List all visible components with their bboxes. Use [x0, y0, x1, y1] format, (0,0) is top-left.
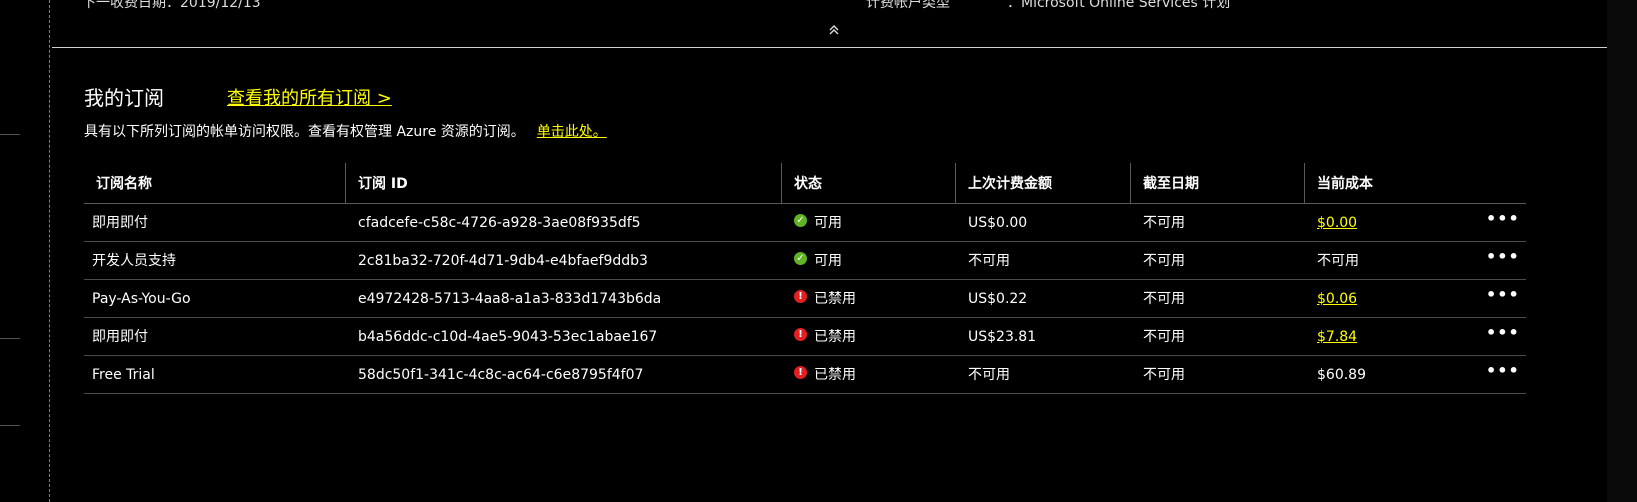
status-text: 可用 [814, 215, 842, 231]
subscription-status: ! 已禁用 [794, 280, 856, 317]
subscription-status: ✓ 可用 [794, 204, 842, 241]
as-of-date: 不可用 [1143, 329, 1185, 345]
status-text: 已禁用 [814, 329, 856, 345]
subscriptions-description: 具有以下所列订阅的帐单访问权限。查看有权管理 Azure 资源的订阅。 单击此处。 [84, 121, 607, 141]
table-row[interactable]: Free Trial 58dc50f1-341c-4c8c-ac64-c6e87… [84, 356, 1526, 394]
subscription-id: cfadcefe-c58c-4726-a928-3ae08f935df5 [358, 215, 641, 231]
checkmark-icon: ✓ [794, 251, 807, 265]
column-separator [1130, 163, 1131, 203]
subscription-status: ! 已禁用 [794, 356, 856, 393]
rail-divider [0, 425, 20, 426]
last-billed-amount: US$0.22 [968, 291, 1028, 307]
current-cost-link[interactable]: $0.06 [1317, 280, 1357, 317]
as-of-date: 不可用 [1143, 215, 1185, 231]
column-header-id[interactable]: 订阅 ID [358, 163, 408, 203]
subscription-name: 开发人员支持 [92, 253, 176, 269]
table-row[interactable]: 即用即付 cfadcefe-c58c-4726-a928-3ae08f935df… [84, 204, 1526, 242]
as-of-date: 不可用 [1143, 253, 1185, 269]
rail-divider [0, 134, 20, 135]
current-cost-link[interactable]: $0.00 [1317, 204, 1357, 241]
more-options-icon[interactable]: ••• [1486, 318, 1519, 348]
column-header-status[interactable]: 状态 [794, 163, 822, 203]
subscriptions-table: 订阅名称 订阅 ID 状态 上次计费金额 截至日期 当前成本 即用即付 cfad… [84, 163, 1526, 394]
section-divider [52, 47, 1607, 48]
column-header-as-of-date[interactable]: 截至日期 [1143, 163, 1199, 203]
subscription-id: e4972428-5713-4aa8-a1a3-833d1743b6da [358, 291, 662, 307]
status-text: 已禁用 [814, 367, 856, 383]
next-billing-date: 下一收费日期：2019/12/13 [82, 0, 261, 11]
error-icon: ! [794, 289, 807, 303]
table-header: 订阅名称 订阅 ID 状态 上次计费金额 截至日期 当前成本 [84, 163, 1526, 204]
left-navigation-rail [0, 0, 50, 502]
subscription-id: b4a56ddc-c10d-4ae5-9043-53ec1abae167 [358, 329, 658, 345]
view-all-subscriptions-link[interactable]: 查看我的所有订阅 > [227, 84, 392, 110]
column-separator [781, 163, 782, 203]
billing-panel: 下一收费日期：2019/12/13 计费帐户类型 ：Microsoft Onli… [52, 0, 1607, 502]
focus-border [49, 0, 50, 502]
subscription-status: ! 已禁用 [794, 318, 856, 355]
more-options-icon[interactable]: ••• [1486, 242, 1519, 272]
as-of-date: 不可用 [1143, 291, 1185, 307]
current-cost: 不可用 [1317, 253, 1359, 269]
status-text: 已禁用 [814, 291, 856, 307]
subscription-name: Pay-As-You-Go [92, 291, 191, 307]
section-title: 我的订阅 [84, 86, 164, 110]
table-row[interactable]: 开发人员支持 2c81ba32-720f-4d71-9db4-e4bfaef9d… [84, 242, 1526, 280]
table-row[interactable]: 即用即付 b4a56ddc-c10d-4ae5-9043-53ec1abae16… [84, 318, 1526, 356]
subscription-status: ✓ 可用 [794, 242, 842, 279]
last-billed-amount: 不可用 [968, 253, 1010, 269]
account-type-value: ：Microsoft Online Services 计划 [1007, 0, 1231, 11]
account-type-label: 计费帐户类型 [866, 0, 950, 11]
table-row[interactable]: Pay-As-You-Go e4972428-5713-4aa8-a1a3-83… [84, 280, 1526, 318]
rail-divider [0, 338, 20, 339]
last-billed-amount: US$0.00 [968, 215, 1028, 231]
more-options-icon[interactable]: ••• [1486, 204, 1519, 234]
subscription-id: 58dc50f1-341c-4c8c-ac64-c6e8795f4f07 [358, 367, 644, 383]
last-billed-amount: US$23.81 [968, 329, 1037, 345]
column-separator [955, 163, 956, 203]
column-header-name[interactable]: 订阅名称 [96, 163, 152, 203]
column-header-current-cost[interactable]: 当前成本 [1317, 163, 1373, 203]
subscription-id: 2c81ba32-720f-4d71-9db4-e4bfaef9ddb3 [358, 253, 648, 269]
column-separator [1304, 163, 1305, 203]
as-of-date: 不可用 [1143, 367, 1185, 383]
current-cost-link[interactable]: $7.84 [1317, 318, 1357, 355]
double-chevron-up-icon[interactable] [824, 22, 844, 42]
column-separator [345, 163, 346, 203]
click-here-link[interactable]: 单击此处。 [537, 124, 607, 140]
subscription-name: Free Trial [92, 367, 155, 383]
error-icon: ! [794, 365, 807, 379]
more-options-icon[interactable]: ••• [1486, 280, 1519, 310]
checkmark-icon: ✓ [794, 213, 807, 227]
subscription-name: 即用即付 [92, 215, 148, 231]
subscription-name: 即用即付 [92, 329, 148, 345]
current-cost: $60.89 [1317, 367, 1366, 383]
error-icon: ! [794, 327, 807, 341]
billing-summary: 下一收费日期：2019/12/13 计费帐户类型 ：Microsoft Onli… [52, 0, 1607, 20]
scrollbar-track[interactable] [1607, 0, 1637, 502]
more-options-icon[interactable]: ••• [1486, 356, 1519, 386]
status-text: 可用 [814, 253, 842, 269]
column-header-last-amount[interactable]: 上次计费金额 [968, 163, 1052, 203]
description-text: 具有以下所列订阅的帐单访问权限。查看有权管理 Azure 资源的订阅。 [84, 124, 525, 140]
last-billed-amount: 不可用 [968, 367, 1010, 383]
double-chevron-up-icon-glyph [829, 25, 839, 35]
